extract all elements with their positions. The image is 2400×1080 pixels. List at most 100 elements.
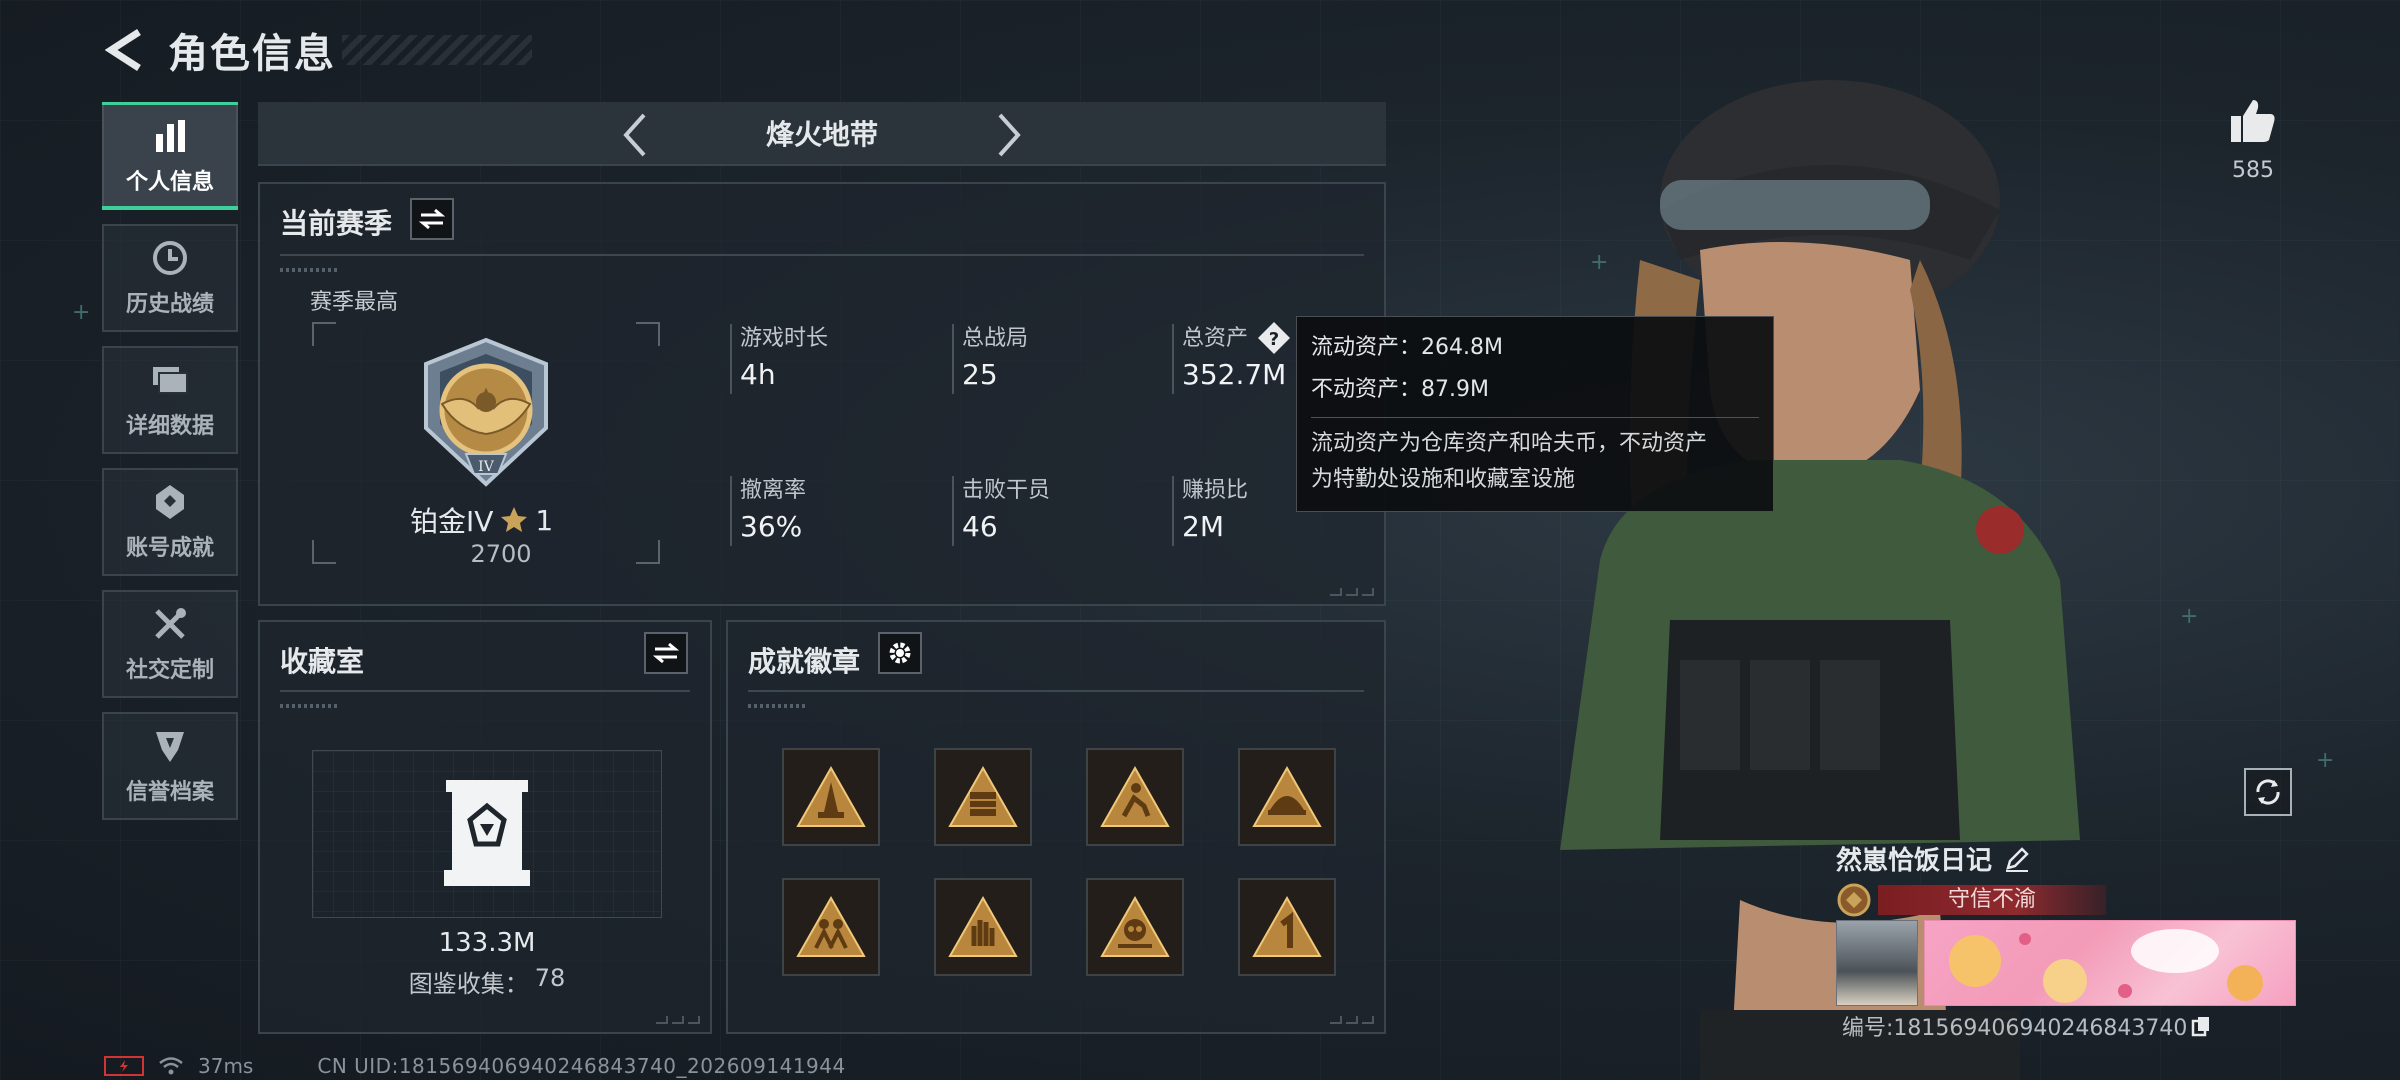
sidebar-item-label: 账号成就 bbox=[125, 536, 214, 561]
corner-deco bbox=[656, 1016, 700, 1024]
sidebar-item-label: 历史战绩 bbox=[125, 292, 214, 317]
tooltip-divider bbox=[1311, 417, 1759, 418]
edit-pencil-icon[interactable] bbox=[2004, 846, 2030, 872]
sidebar-item-label: 详细数据 bbox=[125, 414, 214, 439]
history-clock-icon bbox=[150, 238, 190, 278]
next-mode-button[interactable] bbox=[984, 110, 1034, 160]
tooltip-description-line-2: 为特勤处设施和收藏室设施 bbox=[1311, 467, 1576, 492]
rotate-icon bbox=[2256, 779, 2280, 805]
back-arrow-icon bbox=[105, 29, 141, 71]
badge-hand-icon bbox=[948, 895, 1018, 957]
achievement-badge-8[interactable] bbox=[1238, 878, 1336, 976]
back-button[interactable] bbox=[100, 25, 150, 75]
badge-number-one-icon bbox=[1252, 895, 1322, 957]
stat-label: 游戏时长 bbox=[740, 326, 829, 351]
sidebar-item-credit-file[interactable]: 信誉档案 bbox=[102, 712, 238, 820]
chevron-left-icon bbox=[623, 113, 646, 157]
achievement-badge-2[interactable] bbox=[934, 748, 1032, 846]
collection-count: 图鉴收集： 78 bbox=[260, 964, 714, 999]
wrench-screwdriver-icon bbox=[150, 604, 190, 644]
like-button[interactable]: 585 bbox=[2228, 98, 2278, 183]
panel-divider bbox=[280, 690, 690, 692]
profile-banner[interactable] bbox=[1924, 920, 2296, 1006]
stat-label: 总资产 bbox=[1182, 326, 1249, 351]
crosshair-deco: + bbox=[2316, 748, 2335, 773]
achievement-badge-icon bbox=[150, 482, 190, 522]
achievement-badge-7[interactable] bbox=[1086, 878, 1184, 976]
frame-corner-deco bbox=[636, 540, 660, 564]
stat-label: 总战局 bbox=[962, 326, 1029, 351]
svg-text:IV: IV bbox=[478, 459, 495, 475]
stat-value: 2M bbox=[1182, 510, 1224, 543]
copy-icon[interactable] bbox=[2191, 1015, 2211, 1037]
achievement-badge-1[interactable] bbox=[782, 748, 880, 846]
credit-row: 守信不渝 bbox=[1836, 882, 2106, 918]
stat-kills: 击败干员 46 bbox=[952, 472, 1152, 552]
frame-corner-deco bbox=[312, 540, 336, 564]
season-title: 当前赛季 bbox=[280, 207, 393, 240]
bar-chart-icon bbox=[150, 116, 190, 156]
player-name-text: 然崽恰饭日记 bbox=[1836, 846, 1993, 876]
divider-dots-deco bbox=[280, 268, 340, 272]
sidebar-item-history[interactable]: 历史战绩 bbox=[102, 224, 238, 332]
achievement-badge-5[interactable] bbox=[782, 878, 880, 976]
stat-label: 击败干员 bbox=[962, 478, 1051, 503]
sidebar-item-social-custom[interactable]: 社交定制 bbox=[102, 590, 238, 698]
rank-star-icon bbox=[501, 507, 528, 532]
sidebar-item-detailed-data[interactable]: 详细数据 bbox=[102, 346, 238, 454]
season-panel: 当前赛季 赛季最高 IV 铂金IV 1 2700 游戏时长 4h 总战局 25 … bbox=[258, 182, 1386, 606]
sidebar-item-personal-info[interactable]: 个人信息 bbox=[102, 102, 238, 210]
badge-helmet-icon bbox=[1252, 765, 1322, 827]
collection-title: 收藏室 bbox=[280, 645, 365, 678]
tooltip-description-line-1: 流动资产为仓库资产和哈夫币，不动资产 bbox=[1311, 431, 1708, 456]
crosshair-deco: + bbox=[2180, 604, 2199, 629]
stat-value: 36% bbox=[740, 510, 803, 543]
collection-panel: 收藏室 133.3M 图鉴收集： 78 bbox=[258, 620, 712, 1034]
badges-settings-button[interactable] bbox=[878, 632, 922, 674]
help-question-icon[interactable]: ? bbox=[1256, 320, 1292, 356]
thumbs-up-icon bbox=[2231, 100, 2275, 142]
header: 角色信息 bbox=[100, 20, 532, 80]
badges-panel: 成就徽章 bbox=[726, 620, 1386, 1034]
sidebar-item-achievements[interactable]: 账号成就 bbox=[102, 468, 238, 576]
badge-runner-icon bbox=[1100, 765, 1170, 827]
swap-icon bbox=[419, 208, 445, 230]
achievement-badge-3[interactable] bbox=[1086, 748, 1184, 846]
avatar[interactable] bbox=[1836, 920, 1918, 1006]
chevron-right-icon bbox=[998, 113, 1021, 157]
page-title: 角色信息 bbox=[168, 31, 336, 77]
stat-value: 4h bbox=[740, 358, 776, 391]
status-bar: 37ms CN UID:181569406940246843740_202609… bbox=[104, 1054, 846, 1078]
achievement-badge-6[interactable] bbox=[934, 878, 1032, 976]
display-case-icon bbox=[440, 778, 534, 892]
title-stripe-deco bbox=[342, 35, 532, 65]
rank-name: 铂金IV 1 bbox=[410, 500, 553, 540]
badges-title: 成就徽章 bbox=[748, 645, 861, 678]
stat-total-matches: 总战局 25 bbox=[952, 320, 1152, 400]
collection-switch-button[interactable] bbox=[644, 632, 688, 674]
season-best-label: 赛季最高 bbox=[310, 290, 399, 315]
prev-mode-button[interactable] bbox=[610, 110, 660, 160]
credit-shield-icon bbox=[150, 726, 190, 766]
player-id: 编号:181569406940246843740 bbox=[1842, 1010, 2211, 1042]
divider-dots-deco bbox=[748, 704, 808, 708]
stat-value: 25 bbox=[962, 358, 998, 391]
stat-extraction-rate: 撤离率 36% bbox=[730, 472, 930, 552]
corner-deco bbox=[1330, 1016, 1374, 1024]
divider-dots-deco bbox=[280, 704, 340, 708]
tooltip-liquid-assets: 流动资产：264.8M bbox=[1311, 335, 1503, 360]
stat-playtime: 游戏时长 4h bbox=[730, 320, 930, 400]
badge-squad-icon bbox=[796, 895, 866, 957]
frame-corner-deco bbox=[636, 322, 660, 346]
rotate-character-button[interactable] bbox=[2244, 768, 2292, 816]
achievement-badge-4[interactable] bbox=[1238, 748, 1336, 846]
season-switch-button[interactable] bbox=[410, 198, 454, 240]
mode-selector: 烽火地带 bbox=[258, 102, 1386, 166]
panel-divider bbox=[748, 690, 1364, 692]
player-profile: 然崽恰饭日记 守信不渝 编号:181569406940246843740 bbox=[1836, 840, 2296, 1041]
player-id-text: 编号:181569406940246843740 bbox=[1842, 1016, 2188, 1041]
stat-label: 赚损比 bbox=[1182, 478, 1249, 503]
player-name: 然崽恰饭日记 bbox=[1836, 840, 2030, 877]
sidebar-item-label: 个人信息 bbox=[125, 170, 214, 195]
credit-medal-icon bbox=[1837, 883, 1871, 917]
